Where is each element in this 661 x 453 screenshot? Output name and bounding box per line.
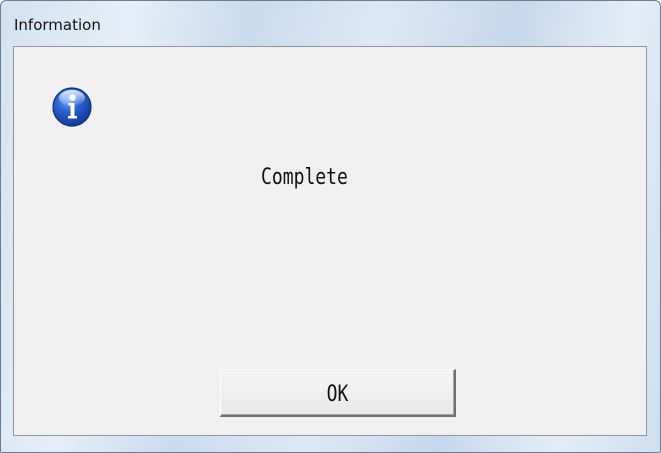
title-bar[interactable]: Information [1,1,660,47]
dialog-body: Complete OK [13,46,647,436]
window-title: Information [14,16,101,34]
ok-button-label: OK [326,382,349,407]
dialog-message: Complete [261,165,348,190]
dialog-window: Information Complete OK [0,0,661,453]
info-icon [52,87,92,127]
ok-button[interactable]: OK [220,369,456,417]
